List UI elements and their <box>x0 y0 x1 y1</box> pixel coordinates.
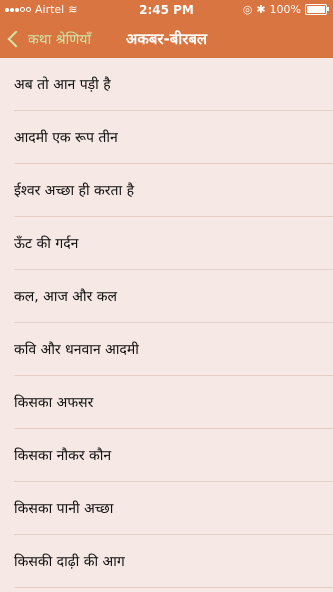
battery-percent: 100% <box>269 3 301 16</box>
bluetooth-icon: ✱ <box>256 3 266 16</box>
list-item[interactable]: किसका पानी अच्छा <box>0 482 333 535</box>
list-item[interactable]: अब तो आन पड़ी है <box>0 58 333 111</box>
list-item[interactable]: आदमी एक रूप तीन <box>0 111 333 164</box>
navigation-bar: कथा श्रेणियाँ अकबर-बीरबल <box>0 20 333 58</box>
page-title: अकबर-बीरबल <box>125 30 208 48</box>
status-bar: Airtel ≋ 2:45 PM ◎ ✱ 100% <box>0 0 333 20</box>
list-item[interactable]: कवि और धनवान आदमी <box>0 323 333 376</box>
status-right: ◎ ✱ 100% <box>242 3 329 16</box>
list-item[interactable]: किसका नौकर कौन <box>0 429 333 482</box>
list-item[interactable]: कल, आज और कल <box>0 270 333 323</box>
list-item[interactable]: किसका अफसर <box>0 376 333 429</box>
list-item[interactable]: ऊँट की गर्दन <box>0 217 333 270</box>
story-list: अब तो आन पड़ी है आदमी एक रूप तीन ईश्वर अ… <box>0 58 333 588</box>
list-item[interactable]: किसकी दाढ़ी की आग <box>0 535 333 588</box>
orientation-lock-icon: ◎ <box>242 3 253 16</box>
battery-icon <box>305 4 329 15</box>
list-item[interactable]: ईश्वर अच्छा ही करता है <box>0 164 333 217</box>
